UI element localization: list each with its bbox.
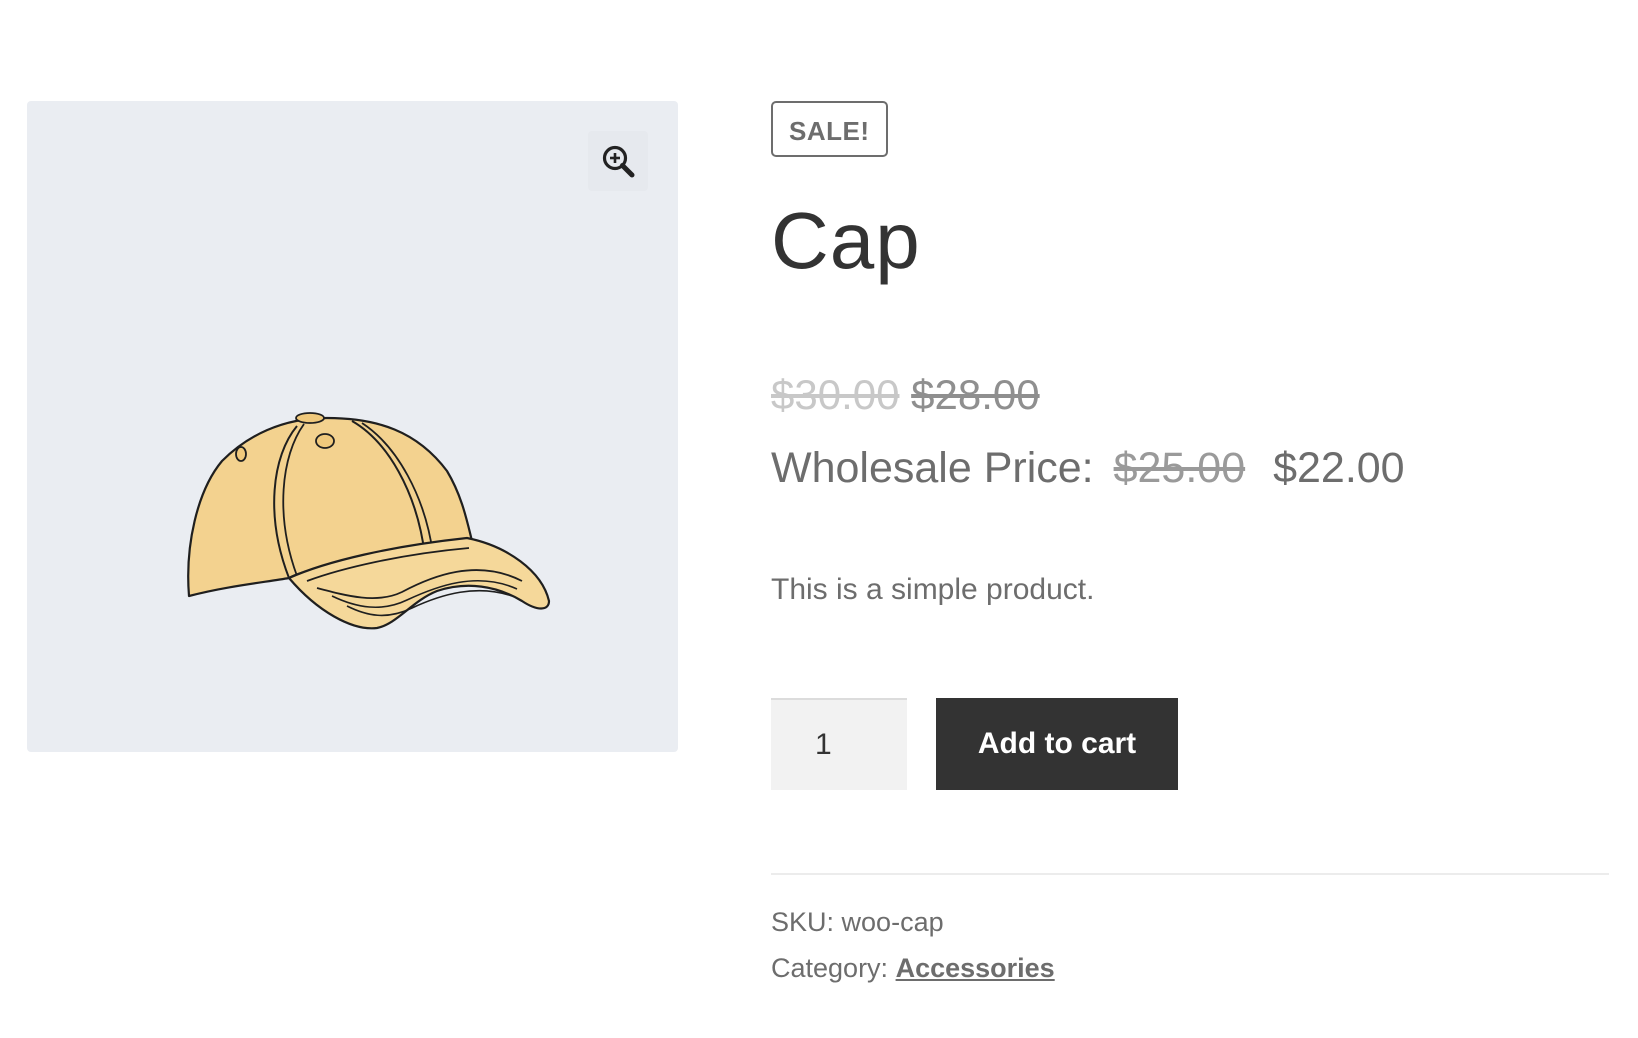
wholesale-price: Wholesale Price: $25.00 $22.00	[771, 444, 1405, 493]
product-image[interactable]	[177, 396, 577, 656]
category-label: Category:	[771, 953, 889, 983]
meta-divider	[771, 873, 1609, 875]
zoom-in-icon	[602, 145, 635, 178]
product-gallery	[27, 101, 678, 752]
category-link[interactable]: Accessories	[896, 953, 1055, 983]
quantity-input[interactable]	[771, 698, 907, 790]
sale-badge: SALE!	[771, 101, 888, 157]
sku-value: woo-cap	[841, 907, 944, 937]
sku-line: SKU: woo-cap	[771, 907, 944, 938]
wholesale-label: Wholesale Price:	[771, 444, 1094, 492]
price-range: $30.00 $28.00	[771, 371, 1040, 419]
add-to-cart-button[interactable]: Add to cart	[936, 698, 1178, 790]
product-description: This is a simple product.	[771, 573, 1095, 606]
zoom-button[interactable]	[588, 131, 648, 191]
sale-price: $28.00	[911, 371, 1040, 418]
sku-label: SKU:	[771, 907, 835, 937]
wholesale-old-price: $25.00	[1113, 444, 1246, 492]
product-page: SALE! Cap $30.00 $28.00 Wholesale Price:…	[0, 0, 1638, 1038]
regular-price: $30.00	[771, 371, 900, 418]
product-summary: SALE! Cap $30.00 $28.00 Wholesale Price:…	[771, 101, 1611, 983]
wholesale-new-price: $22.00	[1273, 444, 1405, 492]
product-title: Cap	[771, 196, 921, 285]
category-line: Category: Accessories	[771, 953, 1055, 984]
